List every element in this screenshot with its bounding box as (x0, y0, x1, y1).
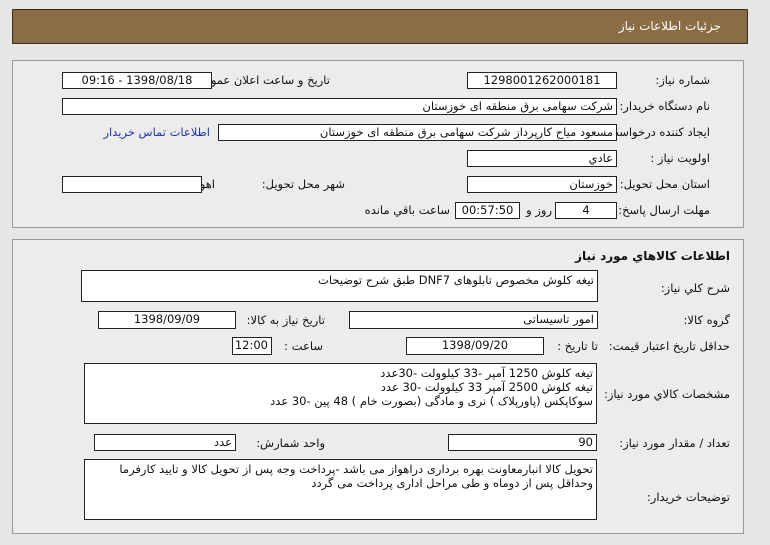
buyer-org-label: نام دستگاه خریدار: (619, 99, 710, 113)
announce-field: 1398/08/18 - 09:16 (62, 72, 212, 89)
spec-field: تیغه کلوش 1250 آمپر -33 کیلوولت -30عدد ت… (84, 363, 597, 424)
goods-section-title: اطلاعات کالاهاي مورد نياز (575, 249, 730, 263)
qty-field: 90 (448, 434, 597, 451)
announce-label: تاریخ و ساعت اعلان عمومی: (191, 73, 330, 87)
days-field: 4 (555, 202, 617, 219)
to-date-field: 1398/09/20 (406, 337, 544, 355)
buyer-contact-link[interactable]: اطلاعات تماس خریدار (103, 124, 210, 140)
need-date-field: 1398/09/09 (98, 311, 236, 329)
time-left-suffix: ساعت باقي مانده (364, 203, 450, 217)
page-header: جزئیات اطلاعات نیاز (12, 9, 748, 44)
province-label: استان محل تحویل: (619, 177, 710, 191)
days-suffix: روز و (526, 203, 552, 217)
summary-field: تیغه کلوش مخصوص تابلوهای DNF7 طبق شرح تو… (81, 270, 598, 302)
need-number-field: 1298001262000181 (467, 72, 617, 89)
hour-field: 12:00 (232, 337, 272, 355)
need-date-label: تاریخ نیاز به کالا: (246, 313, 325, 327)
notes-field: تحویل کالا انبارمعاونت بهره برداری دراهو… (84, 459, 597, 520)
deadline-label: مهلت ارسال پاسخ: (618, 203, 710, 217)
to-date-label: تا تاریخ : (557, 339, 598, 353)
notes-label: توضیحات خریدار: (646, 490, 730, 504)
unit-field: عدد (94, 434, 236, 451)
group-field: امور تاسیساتی (349, 311, 598, 329)
time-left-field: 00:57:50 (455, 202, 520, 219)
priority-field: عادي (467, 150, 617, 167)
buyer-org-field: شرکت سهامی برق منطقه ای خوزستان (62, 98, 617, 115)
need-number-label: شماره نیاز: (655, 73, 710, 87)
city-label: شهر محل تحویل: (261, 177, 345, 191)
province-field: خوزستان (467, 176, 617, 193)
hour-label: ساعت : (284, 339, 323, 353)
city-field (62, 176, 202, 193)
summary-label: شرح کلي نياز: (660, 281, 730, 295)
creator-label: ایجاد کننده درخواست: (604, 125, 710, 139)
qty-label: تعداد / مقدار مورد نیاز: (619, 436, 730, 450)
spec-label: مشخصات کالاي مورد نياز: (603, 387, 730, 401)
unit-label: واحد شمارش: (256, 436, 325, 450)
group-label: گروه کالا: (683, 313, 730, 327)
price-valid-label: حداقل تاریخ اعتبار قیمت: (608, 339, 730, 353)
priority-label: اولویت نیاز : (650, 151, 710, 165)
creator-field: مسعود میاح کارپرداز شرکت سهامی برق منطقه… (218, 124, 617, 141)
